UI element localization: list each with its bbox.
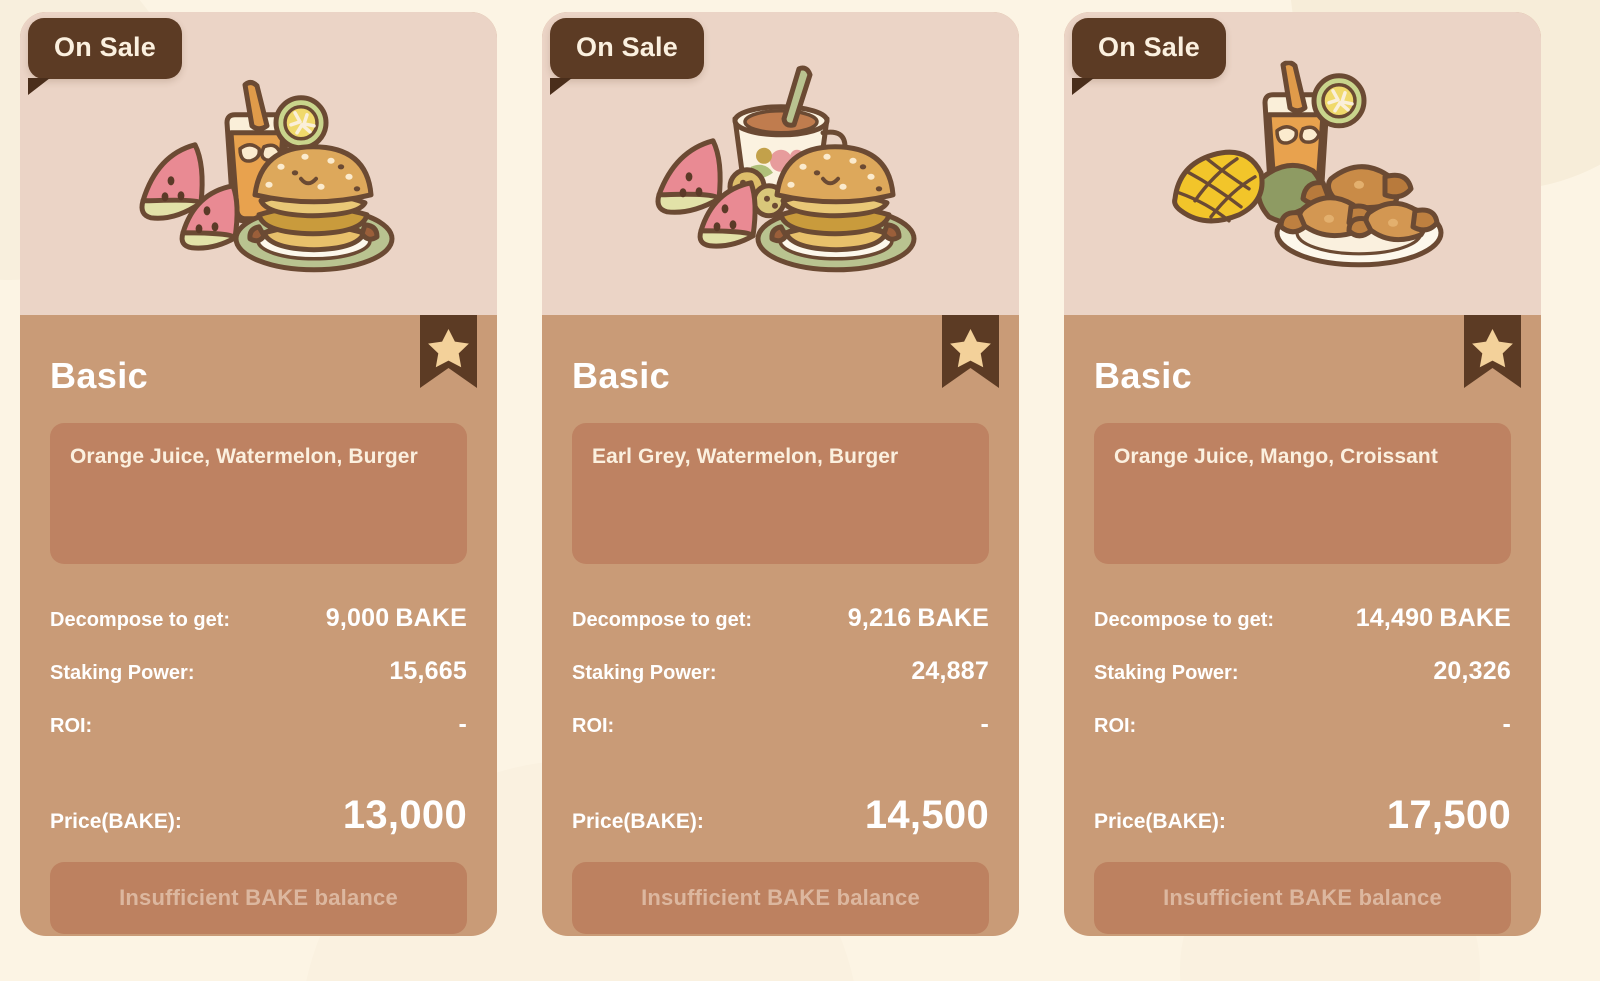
ingredients-panel: Orange Juice, Mango, Croissant bbox=[1094, 423, 1511, 564]
price-label: Price(BAKE): bbox=[572, 810, 704, 833]
price-label: Price(BAKE): bbox=[50, 810, 182, 833]
decompose-unit: BAKE bbox=[395, 604, 467, 632]
price-value: 17,500 bbox=[1386, 793, 1511, 837]
buy-button[interactable]: Insufficient BAKE balance bbox=[1094, 862, 1511, 934]
price-row: Price(BAKE): 17,500 bbox=[1094, 793, 1511, 838]
item-tier-label: Basic bbox=[572, 355, 671, 396]
stat-label-decompose: Decompose to get: bbox=[50, 609, 231, 631]
ingredients-text: Earl Grey, Watermelon, Burger bbox=[592, 445, 899, 468]
stat-value-decompose: 9,216 BAKE bbox=[848, 604, 989, 633]
item-card[interactable]: Basic Orange Juice, Mango, Croissant Dec… bbox=[1064, 12, 1541, 936]
stat-row-decompose: Decompose to get: 9,000 BAKE bbox=[50, 604, 467, 633]
decompose-amount: 9,216 bbox=[847, 604, 912, 632]
stat-label-staking-power: Staking Power: bbox=[572, 662, 717, 684]
on-sale-badge: On Sale bbox=[1072, 18, 1226, 95]
stat-value-staking-power: 20,326 bbox=[1433, 657, 1511, 685]
ingredients-text: Orange Juice, Mango, Croissant bbox=[1114, 445, 1438, 468]
stat-row-staking-power: Staking Power: 24,887 bbox=[572, 657, 989, 686]
item-stats: Decompose to get: 14,490 BAKE Staking Pow… bbox=[1094, 604, 1511, 739]
food-illustration-earl-grey-watermelon-burger bbox=[631, 60, 931, 275]
food-illustration-orange-juice-mango-croissant bbox=[1153, 60, 1453, 275]
stat-label-staking-power: Staking Power: bbox=[50, 662, 195, 684]
item-card[interactable]: Basic Orange Juice, Watermelon, Burger D… bbox=[20, 12, 497, 936]
stat-label-decompose: Decompose to get: bbox=[572, 609, 753, 631]
stat-row-staking-power: Staking Power: 15,665 bbox=[50, 657, 467, 686]
item-stats: Decompose to get: 9,000 BAKE Staking Powe… bbox=[50, 604, 467, 739]
stat-value-staking-power: 15,665 bbox=[389, 657, 467, 685]
price-row: Price(BAKE): 13,000 bbox=[50, 793, 467, 838]
bookmark-star-icon[interactable] bbox=[942, 315, 999, 388]
stat-label-decompose: Decompose to get: bbox=[1094, 609, 1275, 631]
item-card-inner: Basic Earl Grey, Watermelon, Burger Deco… bbox=[542, 12, 1019, 936]
stat-value-decompose: 14,490 BAKE bbox=[1356, 604, 1511, 633]
decompose-amount: 14,490 bbox=[1355, 604, 1434, 632]
stat-label-roi: ROI: bbox=[50, 715, 93, 737]
ingredients-panel: Orange Juice, Watermelon, Burger bbox=[50, 423, 467, 564]
bookmark-star-icon[interactable] bbox=[1464, 315, 1521, 388]
stat-value-roi: - bbox=[458, 710, 467, 738]
item-details: Basic Orange Juice, Mango, Croissant Dec… bbox=[1064, 315, 1541, 936]
decompose-unit: BAKE bbox=[917, 604, 989, 632]
stat-value-roi: - bbox=[1502, 710, 1511, 738]
item-card-inner: Basic Orange Juice, Watermelon, Burger D… bbox=[20, 12, 497, 936]
stat-row-staking-power: Staking Power: 20,326 bbox=[1094, 657, 1511, 686]
stat-row-decompose: Decompose to get: 14,490 BAKE bbox=[1094, 604, 1511, 633]
item-tier-label: Basic bbox=[1094, 355, 1193, 396]
item-card[interactable]: Basic Earl Grey, Watermelon, Burger Deco… bbox=[542, 12, 1019, 936]
card-list: Basic Orange Juice, Watermelon, Burger D… bbox=[20, 0, 1600, 981]
stat-row-decompose: Decompose to get: 9,216 BAKE bbox=[572, 604, 989, 633]
item-stats: Decompose to get: 9,216 BAKE Staking Powe… bbox=[572, 604, 989, 739]
ingredients-panel: Earl Grey, Watermelon, Burger bbox=[572, 423, 989, 564]
marketplace-card-grid: Basic Orange Juice, Watermelon, Burger D… bbox=[0, 0, 1600, 981]
item-tier-label: Basic bbox=[50, 355, 149, 396]
stat-label-roi: ROI: bbox=[572, 715, 615, 737]
price-row: Price(BAKE): 14,500 bbox=[572, 793, 989, 838]
stat-value-roi: - bbox=[980, 710, 989, 738]
on-sale-badge: On Sale bbox=[550, 18, 704, 95]
decompose-unit: BAKE bbox=[1439, 604, 1511, 632]
ingredients-text: Orange Juice, Watermelon, Burger bbox=[70, 445, 418, 468]
on-sale-badge: On Sale bbox=[28, 18, 182, 95]
stat-row-roi: ROI: - bbox=[572, 710, 989, 739]
stat-label-staking-power: Staking Power: bbox=[1094, 662, 1239, 684]
food-illustration-orange-juice-watermelon-burger bbox=[109, 60, 409, 275]
price-label: Price(BAKE): bbox=[1094, 810, 1226, 833]
item-card-inner: Basic Orange Juice, Mango, Croissant Dec… bbox=[1064, 12, 1541, 936]
buy-button[interactable]: Insufficient BAKE balance bbox=[572, 862, 989, 934]
price-value: 14,500 bbox=[864, 793, 989, 837]
stat-label-roi: ROI: bbox=[1094, 715, 1137, 737]
stat-value-decompose: 9,000 BAKE bbox=[326, 604, 467, 633]
bookmark-star-icon[interactable] bbox=[420, 315, 477, 388]
price-value: 13,000 bbox=[342, 793, 467, 837]
stat-value-staking-power: 24,887 bbox=[911, 657, 989, 685]
buy-button[interactable]: Insufficient BAKE balance bbox=[50, 862, 467, 934]
item-details: Basic Orange Juice, Watermelon, Burger D… bbox=[20, 315, 497, 936]
stat-row-roi: ROI: - bbox=[50, 710, 467, 739]
decompose-amount: 9,000 bbox=[325, 604, 390, 632]
item-details: Basic Earl Grey, Watermelon, Burger Deco… bbox=[542, 315, 1019, 936]
stat-row-roi: ROI: - bbox=[1094, 710, 1511, 739]
